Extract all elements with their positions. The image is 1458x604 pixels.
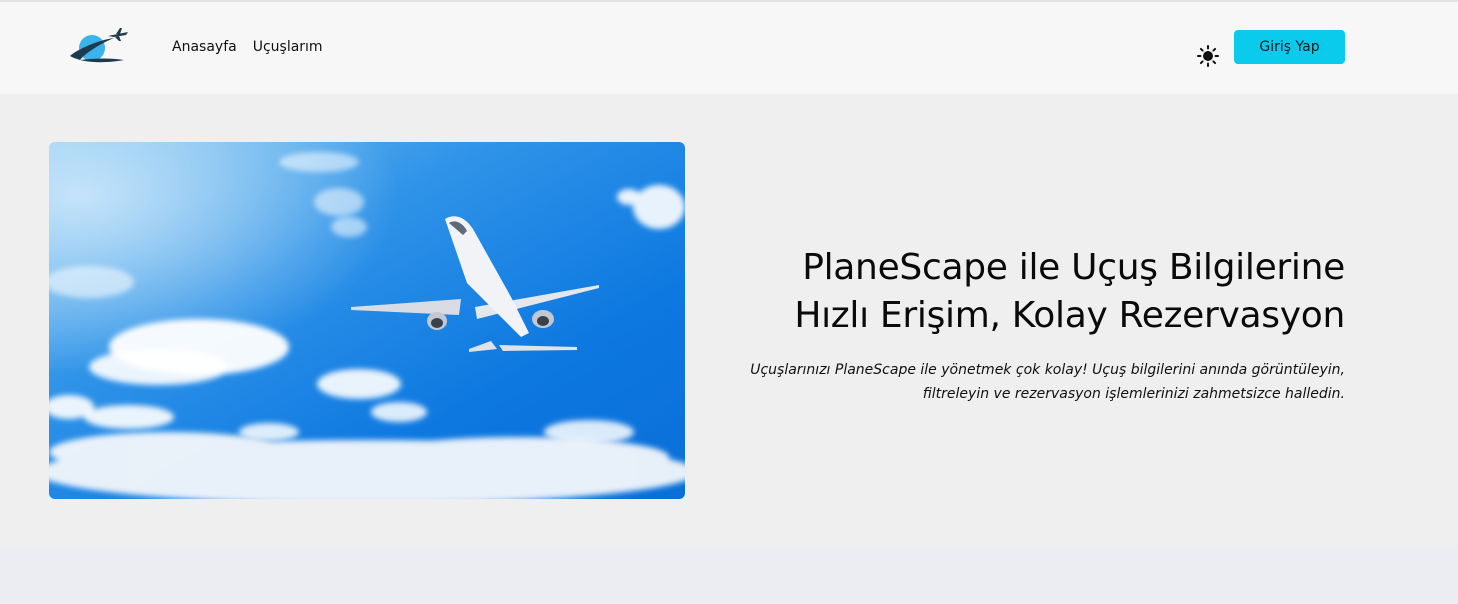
nav-link-my-flights[interactable]: Uçuşlarım xyxy=(253,39,323,55)
hero-subtitle-line-2: filtreleyin ve rezervasyon işlemlerinizi… xyxy=(922,386,1345,402)
sun-icon[interactable] xyxy=(1196,44,1220,68)
navbar: Anasayfa Uçuşlarım Giriş Yap xyxy=(0,2,1458,94)
hero-title-line-1: PlaneScape ile Uçuş Bilgilerine xyxy=(802,247,1345,288)
hero-subtitle: Uçuşlarınızı PlaneScape ile yönetmek çok… xyxy=(705,358,1345,406)
planescape-logo[interactable] xyxy=(68,28,130,68)
main-nav: Anasayfa Uçuşlarım xyxy=(172,39,323,55)
footer-band xyxy=(0,547,1458,604)
login-button[interactable]: Giriş Yap xyxy=(1234,30,1345,64)
nav-link-home[interactable]: Anasayfa xyxy=(172,39,237,55)
hero-title: PlaneScape ile Uçuş Bilgilerine Hızlı Er… xyxy=(705,244,1345,340)
hero-section: PlaneScape ile Uçuş Bilgilerine Hızlı Er… xyxy=(0,94,1458,547)
hero-airplane-image xyxy=(49,142,685,499)
hero-text: PlaneScape ile Uçuş Bilgilerine Hızlı Er… xyxy=(705,244,1345,406)
hero-subtitle-line-1: Uçuşlarınızı PlaneScape ile yönetmek çok… xyxy=(750,362,1345,378)
hero-title-line-2: Hızlı Erişim, Kolay Rezervasyon xyxy=(794,295,1345,336)
